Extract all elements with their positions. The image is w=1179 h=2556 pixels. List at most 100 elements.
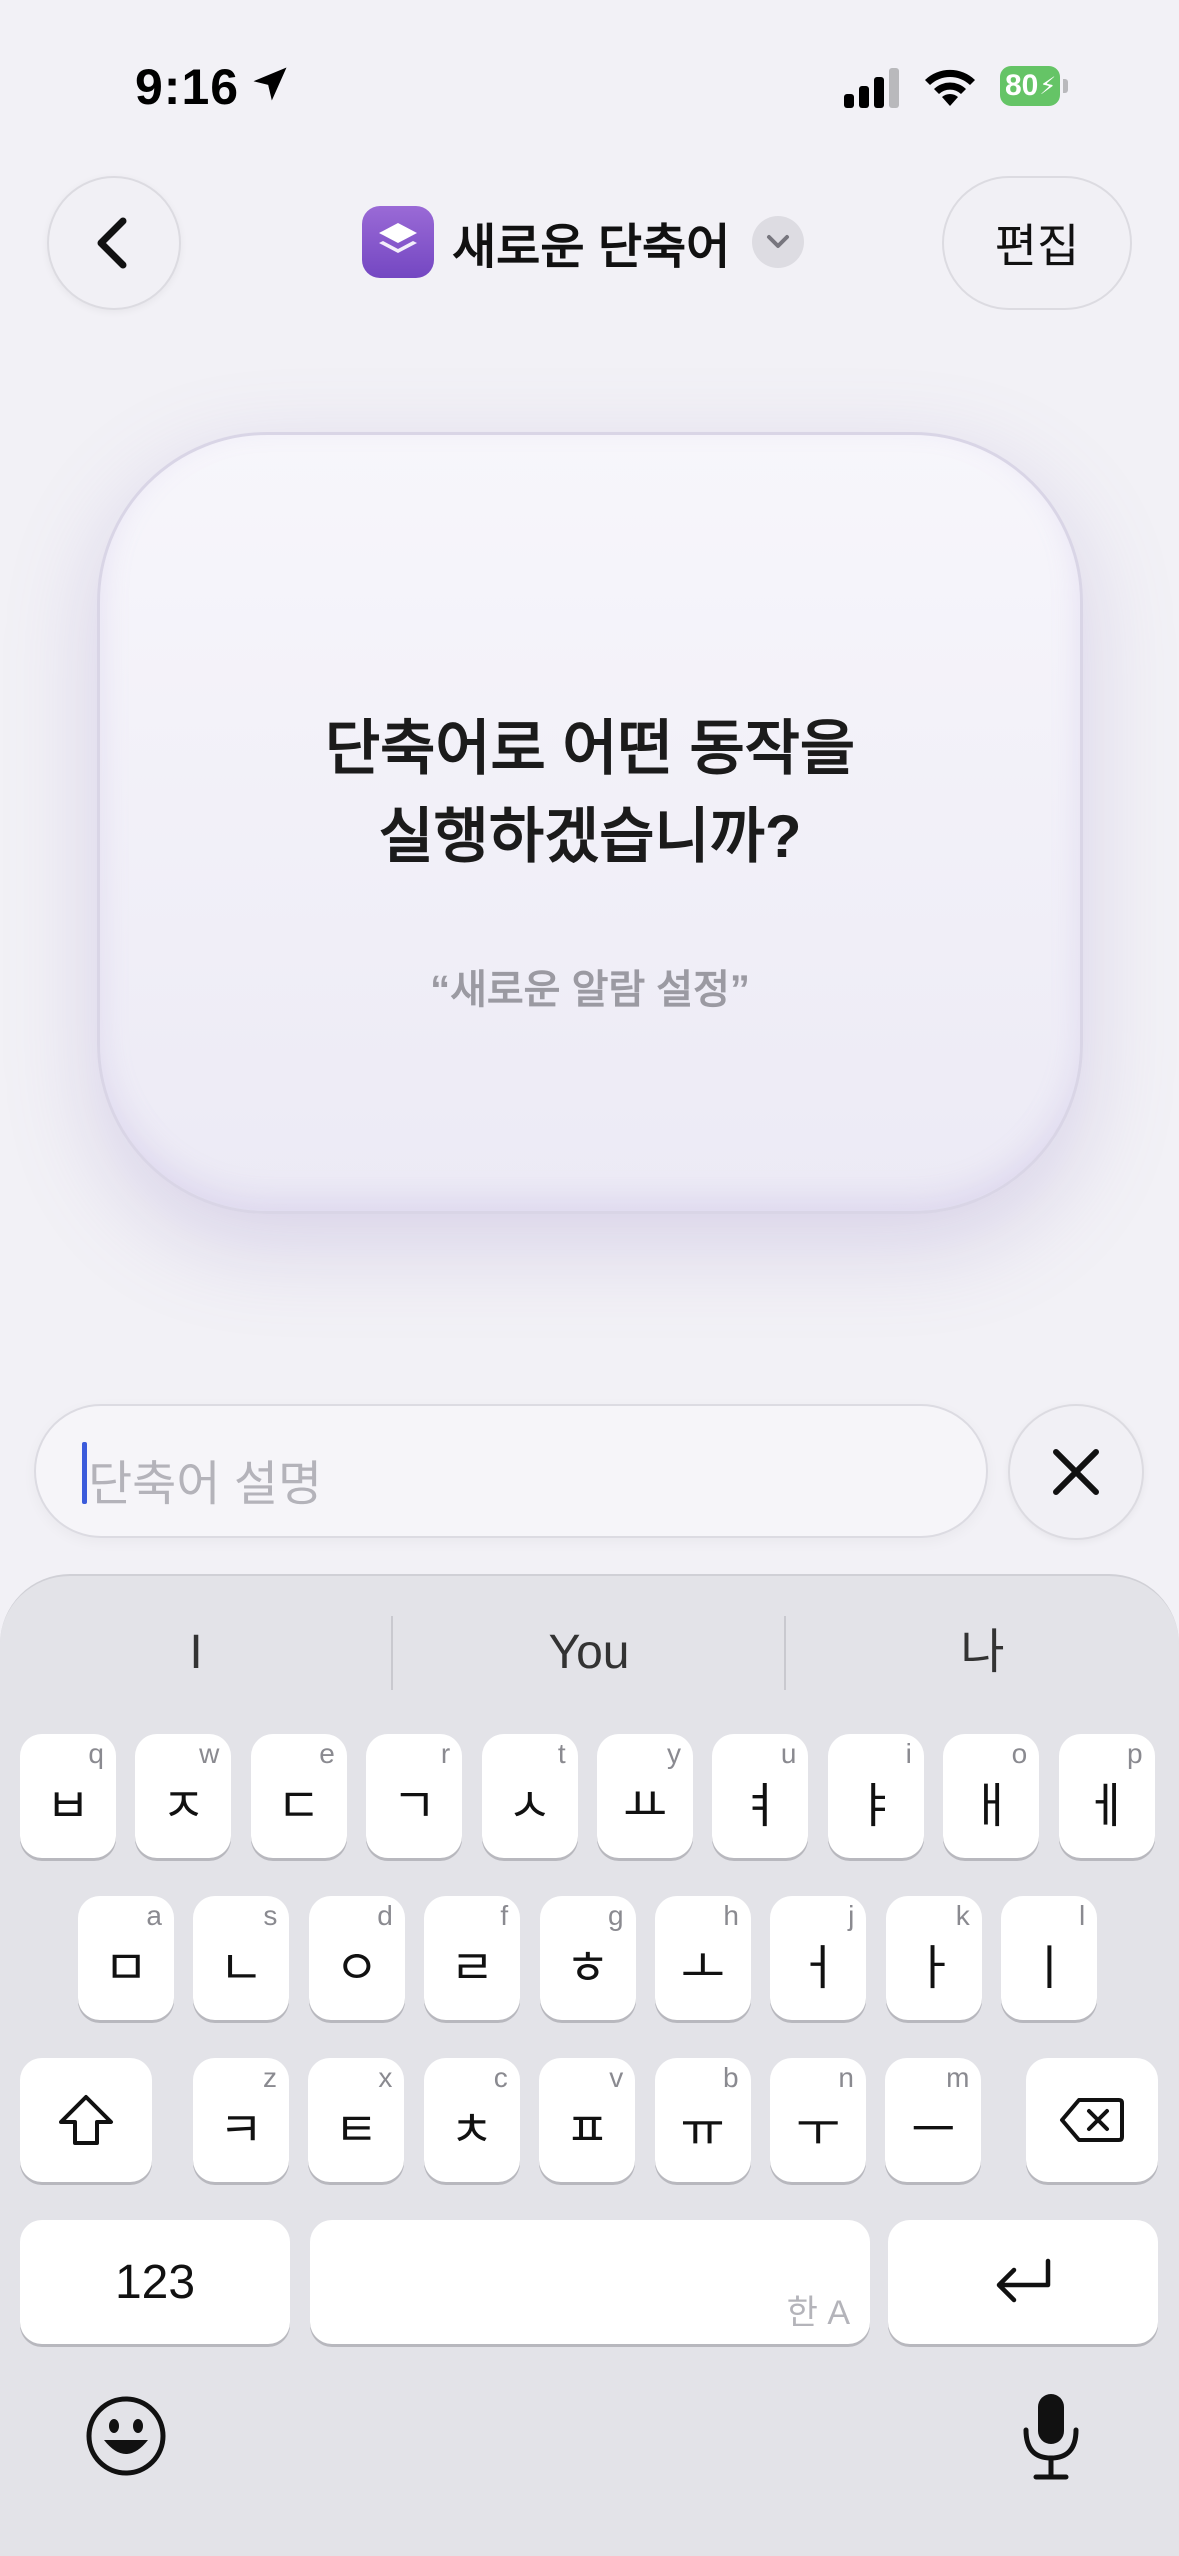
key-label: ㅕ bbox=[738, 1780, 783, 1833]
key-k[interactable]: kㅏ bbox=[885, 1896, 982, 2020]
key-hint: n bbox=[838, 2062, 854, 2093]
card-question: 단축어로 어떤 동작을 실행하겠습니까? bbox=[324, 715, 856, 870]
key-hint: q bbox=[88, 1738, 104, 1769]
key-label: ㅅ bbox=[507, 1780, 552, 1833]
emoji-icon bbox=[86, 2396, 166, 2476]
key-l[interactable]: lㅣ bbox=[1001, 1896, 1098, 2020]
shift-key[interactable] bbox=[20, 2058, 152, 2182]
key-hint: c bbox=[493, 2062, 508, 2093]
key-f[interactable]: fㄹ bbox=[424, 1896, 521, 2020]
key-label: ㅎ bbox=[565, 1942, 610, 1995]
action-prompt-card[interactable]: 단축어로 어떤 동작을 실행하겠습니까? “새로운 알람 설정” bbox=[97, 432, 1083, 1214]
key-hint: g bbox=[608, 1900, 624, 1931]
key-n[interactable]: nㅜ bbox=[770, 2058, 866, 2182]
key-label: ㅌ bbox=[334, 2104, 379, 2157]
battery-level: 80 bbox=[1005, 69, 1039, 102]
dictation-button[interactable] bbox=[1016, 2390, 1086, 2482]
key-hint: j bbox=[848, 1900, 855, 1931]
key-w[interactable]: wㅈ bbox=[135, 1734, 232, 1858]
key-hint: w bbox=[199, 1738, 220, 1769]
shortcuts-app-icon bbox=[362, 206, 434, 278]
key-q[interactable]: qㅂ bbox=[20, 1734, 116, 1858]
suggestion-1[interactable]: I bbox=[0, 1618, 392, 1688]
key-hint: v bbox=[609, 2062, 624, 2093]
key-a[interactable]: aㅁ bbox=[78, 1896, 174, 2020]
key-label: ㅜ bbox=[795, 2104, 841, 2157]
key-label: ㅡ bbox=[911, 2104, 956, 2157]
key-d[interactable]: dㅇ bbox=[308, 1896, 405, 2020]
key-label: ㅐ bbox=[969, 1780, 1014, 1833]
key-y[interactable]: yㅛ bbox=[597, 1734, 693, 1858]
key-label: ㅊ bbox=[449, 2104, 494, 2157]
key-hint: p bbox=[1127, 1738, 1143, 1769]
delete-key[interactable] bbox=[1026, 2058, 1158, 2182]
shortcut-title-menu[interactable]: 새로운 단축어 bbox=[362, 206, 805, 278]
key-label: ㅂ bbox=[45, 1780, 91, 1833]
key-hint: l bbox=[1078, 1900, 1086, 1931]
close-button[interactable] bbox=[1008, 1404, 1144, 1540]
space-language-hint: 한 A bbox=[786, 2294, 850, 2332]
edit-button[interactable]: 편집 bbox=[942, 176, 1132, 310]
key-hint: e bbox=[319, 1738, 335, 1769]
key-label: ㅋ bbox=[218, 2104, 264, 2157]
key-x[interactable]: xㅌ bbox=[308, 2058, 405, 2182]
space-key[interactable]: 한 A bbox=[310, 2220, 870, 2344]
key-hint: s bbox=[263, 1900, 278, 1931]
card-example: “새로운 알람 설정” bbox=[430, 968, 750, 1012]
keyboard: I You 나 qㅂwㅈeㄷrㄱtㅅyㅛuㅕiㅑoㅐpㅔ aㅁsㄴdㅇfㄹgㅎh… bbox=[0, 1574, 1179, 2556]
key-label: ㅇ bbox=[334, 1942, 379, 1995]
shortcut-description-input[interactable]: 단축어 설명 bbox=[34, 1404, 988, 1538]
key-label: ㄷ bbox=[276, 1780, 321, 1833]
key-h[interactable]: hㅗ bbox=[655, 1896, 751, 2020]
key-hint: i bbox=[905, 1738, 912, 1769]
key-u[interactable]: uㅕ bbox=[712, 1734, 809, 1858]
key-label: ㅁ bbox=[103, 1942, 149, 1995]
key-hint: m bbox=[946, 2062, 970, 2093]
key-hint: f bbox=[500, 1900, 509, 1931]
key-z[interactable]: zㅋ bbox=[193, 2058, 289, 2182]
key-v[interactable]: vㅍ bbox=[539, 2058, 636, 2182]
key-hint: y bbox=[667, 1738, 681, 1769]
key-label: ㅗ bbox=[680, 1942, 726, 1995]
key-c[interactable]: cㅊ bbox=[423, 2058, 520, 2182]
key-hint: r bbox=[440, 1738, 451, 1769]
key-hint: u bbox=[780, 1738, 797, 1769]
key-j[interactable]: jㅓ bbox=[770, 1896, 867, 2020]
key-label: ㅣ bbox=[1027, 1942, 1072, 1995]
key-p[interactable]: pㅔ bbox=[1058, 1734, 1155, 1858]
key-r[interactable]: rㄱ bbox=[366, 1734, 463, 1858]
emoji-button[interactable] bbox=[84, 2394, 168, 2478]
key-hint: t bbox=[557, 1738, 566, 1769]
key-label: ㄱ bbox=[392, 1780, 437, 1833]
return-key[interactable] bbox=[888, 2220, 1158, 2344]
battery-indicator: 80 ⚡ bbox=[1000, 66, 1068, 106]
chevron-down-icon bbox=[752, 216, 805, 268]
key-label: ㅏ bbox=[911, 1942, 956, 1995]
key-hint: a bbox=[146, 1900, 162, 1931]
key-label: ㅠ bbox=[680, 2104, 725, 2157]
backspace-icon bbox=[1060, 2098, 1124, 2142]
numbers-key[interactable]: 123 bbox=[20, 2220, 290, 2344]
key-m[interactable]: mㅡ bbox=[885, 2058, 982, 2182]
key-o[interactable]: oㅐ bbox=[943, 1734, 1040, 1858]
description-placeholder: 단축어 설명 bbox=[88, 1458, 323, 1511]
key-label: ㅑ bbox=[853, 1780, 898, 1833]
key-label: ㅈ bbox=[161, 1780, 206, 1833]
shift-icon bbox=[59, 2095, 113, 2145]
microphone-icon bbox=[1023, 2394, 1079, 2480]
key-b[interactable]: bㅠ bbox=[654, 2058, 751, 2182]
key-e[interactable]: eㄷ bbox=[250, 1734, 347, 1858]
key-s[interactable]: sㄴ bbox=[193, 1896, 290, 2020]
suggestion-2[interactable]: You bbox=[393, 1618, 785, 1688]
key-i[interactable]: iㅑ bbox=[827, 1734, 924, 1858]
key-hint: z bbox=[263, 2062, 277, 2093]
key-label: ㄹ bbox=[450, 1942, 495, 1995]
key-label: ㅓ bbox=[796, 1942, 841, 1995]
key-g[interactable]: gㅎ bbox=[539, 1896, 636, 2020]
status-time: 9:16 bbox=[135, 59, 240, 115]
suggestion-3[interactable]: 나 bbox=[786, 1618, 1179, 1688]
chevron-left-icon bbox=[97, 217, 127, 269]
key-t[interactable]: tㅅ bbox=[481, 1734, 578, 1858]
back-button[interactable] bbox=[47, 176, 181, 310]
return-icon bbox=[996, 2258, 1051, 2303]
